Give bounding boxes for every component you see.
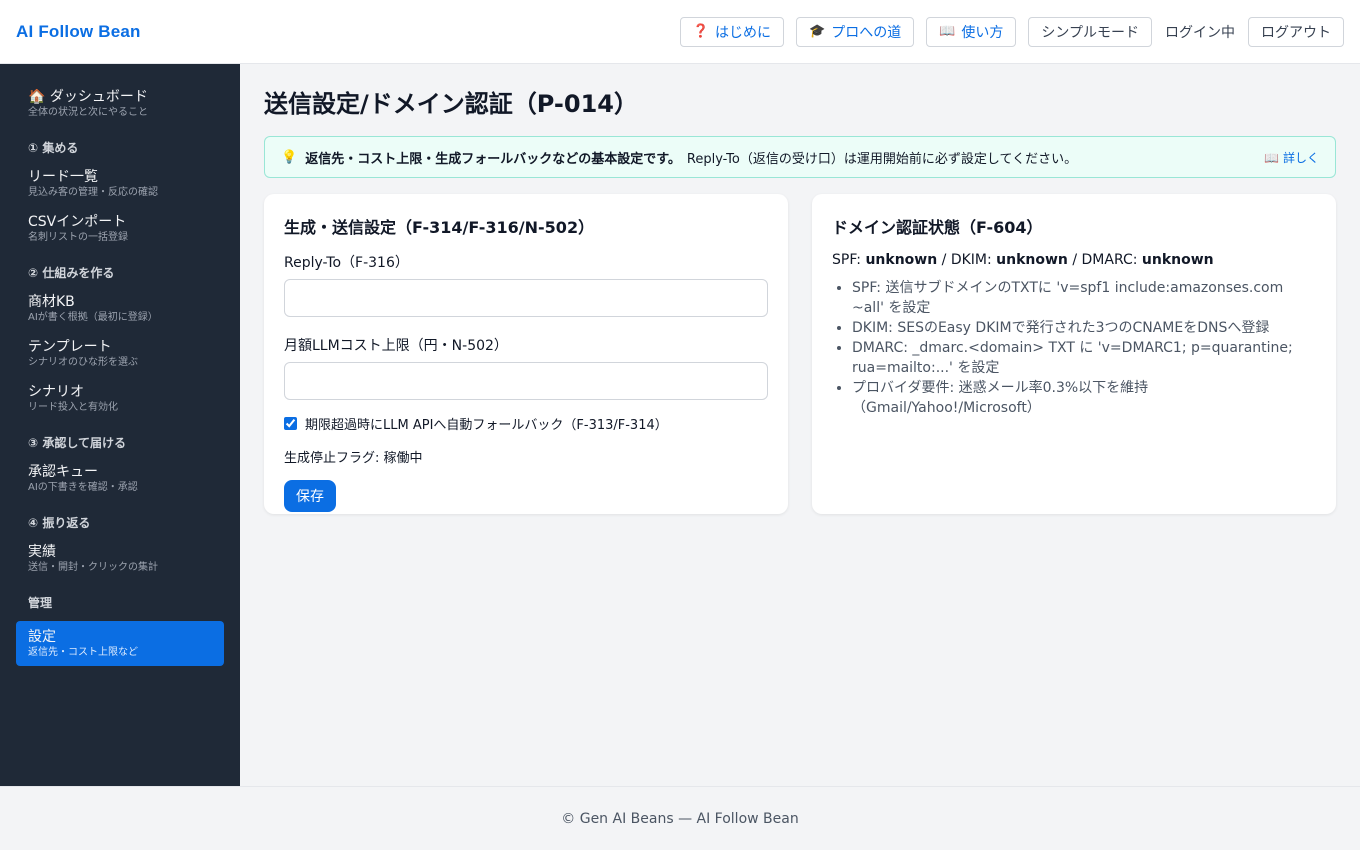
sidebar-item-dashboard[interactable]: 🏠 ダッシュボード 全体の状況と次にやること — [16, 86, 224, 121]
sidebar-item-sublabel: 名刺リストの一括登録 — [28, 232, 128, 243]
sidebar-section-review: ④ 振り返る — [28, 516, 91, 530]
how-to-use-button[interactable]: 📖 使い方 — [926, 16, 1017, 47]
reply-to-input[interactable] — [284, 279, 768, 317]
how-to-use-label: 使い方 — [961, 24, 1004, 41]
getting-started-label: はじめに — [715, 24, 772, 41]
sidebar-item-product-kb[interactable]: 商材KB AIが書く根拠（最初に登録） — [16, 291, 224, 326]
cost-limit-input[interactable] — [284, 362, 768, 400]
sidebar-item-sublabel: 全体の状況と次にやること — [28, 107, 148, 118]
sidebar-item-leads[interactable]: リード一覧 見込み客の管理・反応の確認 — [16, 166, 224, 201]
sidebar-item-sublabel: AIの下書きを確認・承認 — [28, 482, 138, 493]
auth-requirements-list: SPF: 送信サブドメインのTXTに 'v=spf1 include:amazo… — [832, 278, 1316, 418]
main-content: 送信設定/ドメイン認証（P-014） 💡 返信先・コスト上限・生成フォールバック… — [240, 64, 1360, 786]
sidebar-item-label: 🏠 ダッシュボード — [28, 89, 148, 105]
generation-stop-flag: 生成停止フラグ: 稼働中 — [284, 451, 423, 466]
save-button[interactable]: 保存 — [284, 480, 336, 512]
sidebar-item-sublabel: 返信先・コスト上限など — [28, 647, 138, 658]
sidebar-item-scenarios[interactable]: シナリオ リード投入と有効化 — [16, 381, 224, 416]
path-to-pro-button[interactable]: 🎓 プロへの道 — [796, 16, 915, 47]
sidebar-item-label: CSVインポート — [28, 214, 127, 230]
fallback-label: 期限超過時にLLM APIへ自動フォールバック（F-313/F-314） — [305, 418, 668, 433]
sidebar-item-label: 商材KB — [28, 294, 75, 310]
footer: © Gen AI Beans — AI Follow Bean — [0, 786, 1360, 850]
spf-status: unknown — [865, 252, 938, 268]
banner-strong-text: 返信先・コスト上限・生成フォールバックなどの基本設定です。 — [305, 151, 681, 167]
sidebar-item-sublabel: AIが書く根拠（最初に登録） — [28, 312, 158, 323]
fallback-row: 期限超過時にLLM APIへ自動フォールバック（F-313/F-314） — [284, 414, 768, 433]
dkim-status: unknown — [996, 252, 1068, 268]
sidebar-item-label: 承認キュー — [28, 464, 98, 480]
sidebar: 🏠 ダッシュボード 全体の状況と次にやること ① 集める リード一覧 見込み客の… — [0, 64, 240, 786]
settings-cards: 生成・送信設定（F-314/F-316/N-502） Reply-To（F-31… — [264, 194, 1336, 514]
brand-logo[interactable]: AI Follow Bean — [16, 22, 141, 42]
spf-label: SPF: — [832, 252, 866, 268]
dkim-label: / DKIM: — [937, 252, 997, 268]
path-to-pro-label: プロへの道 — [831, 24, 902, 41]
graduation-cap-icon: 🎓 — [809, 24, 826, 39]
lightbulb-icon: 💡 — [281, 149, 298, 165]
list-item: プロバイダ要件: 迷惑メール率0.3%以下を維持（Gmail/Yahoo!/Mi… — [852, 378, 1316, 418]
sidebar-item-sublabel: 見込み客の管理・反応の確認 — [28, 187, 158, 198]
sidebar-item-label: 実績 — [28, 544, 56, 560]
sidebar-item-label: リード一覧 — [28, 169, 98, 185]
getting-started-button[interactable]: ❓ はじめに — [679, 16, 785, 47]
question-icon: ❓ — [692, 24, 710, 39]
sidebar-section-admin: 管理 — [28, 596, 53, 610]
send-settings-card: 生成・送信設定（F-314/F-316/N-502） Reply-To（F-31… — [264, 194, 788, 514]
page-title: 送信設定/ドメイン認証（P-014） — [264, 90, 638, 118]
sidebar-section-approve: ③ 承認して届ける — [28, 436, 126, 450]
dmarc-status: unknown — [1141, 252, 1214, 268]
sidebar-item-label: シナリオ — [28, 384, 84, 400]
sidebar-item-label: 設定 — [28, 629, 56, 645]
fallback-checkbox[interactable] — [284, 417, 297, 430]
domain-auth-title: ドメイン認証状態（F-604） — [832, 218, 1043, 237]
sidebar-item-sublabel: シナリオのひな形を選ぶ — [28, 357, 138, 368]
auth-status-line: SPF: unknown / DKIM: unknown / DMARC: un… — [832, 252, 1316, 268]
list-item: DMARC: _dmarc.<domain> TXT に 'v=DMARC1; … — [852, 338, 1316, 378]
sidebar-section-collect: ① 集める — [28, 141, 79, 155]
banner-text: Reply-To（返信の受け口）は運用開始前に必ず設定してください。 — [686, 151, 1078, 167]
sidebar-item-approval-queue[interactable]: 承認キュー AIの下書きを確認・承認 — [16, 461, 224, 496]
book-icon: 📖 — [939, 24, 956, 39]
app-header: AI Follow Bean ❓ はじめに 🎓 プロへの道 📖 使い方 シンプル… — [0, 0, 1360, 64]
login-status: ログイン中 — [1165, 24, 1235, 41]
sidebar-item-label: テンプレート — [28, 339, 112, 355]
logout-button[interactable]: ログアウト — [1248, 16, 1344, 47]
dmarc-label: / DMARC: — [1067, 252, 1142, 268]
send-settings-title: 生成・送信設定（F-314/F-316/N-502） — [284, 218, 595, 237]
sidebar-item-settings[interactable]: 設定 返信先・コスト上限など — [16, 621, 224, 666]
reply-to-label: Reply-To（F-316） — [284, 255, 409, 271]
sidebar-item-sublabel: 送信・開封・クリックの集計 — [28, 562, 158, 573]
list-item: SPF: 送信サブドメインのTXTに 'v=spf1 include:amazo… — [852, 278, 1316, 318]
header-actions: ❓ はじめに 🎓 プロへの道 📖 使い方 シンプルモード ログイン中 ログアウト — [679, 16, 1344, 47]
sidebar-item-templates[interactable]: テンプレート シナリオのひな形を選ぶ — [16, 336, 224, 371]
info-banner: 💡 返信先・コスト上限・生成フォールバックなどの基本設定です。 Reply-To… — [264, 136, 1336, 178]
details-link[interactable]: 📖 詳しく — [1264, 149, 1319, 166]
sidebar-section-build: ② 仕組みを作る — [28, 266, 115, 280]
sidebar-item-results[interactable]: 実績 送信・開封・クリックの集計 — [16, 541, 224, 576]
list-item: DKIM: SESのEasy DKIMで発行された3つのCNAMEをDNSへ登録 — [852, 318, 1316, 338]
sidebar-item-csv-import[interactable]: CSVインポート 名刺リストの一括登録 — [16, 211, 224, 246]
simple-mode-button[interactable]: シンプルモード — [1028, 16, 1152, 47]
domain-auth-card: ドメイン認証状態（F-604） SPF: unknown / DKIM: unk… — [812, 194, 1336, 514]
cost-limit-label: 月額LLMコスト上限（円・N-502） — [284, 338, 508, 354]
sidebar-item-sublabel: リード投入と有効化 — [28, 402, 118, 413]
